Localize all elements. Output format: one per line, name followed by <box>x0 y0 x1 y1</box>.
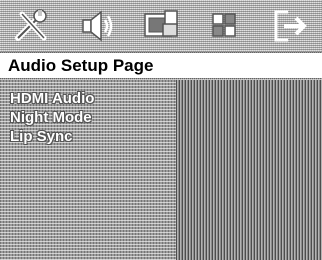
tab-video-setup[interactable] <box>138 6 184 46</box>
page-title: Audio Setup Page <box>0 53 322 78</box>
menu-item-hdmi-audio[interactable]: HDMI Audio <box>10 89 94 108</box>
tab-preference-setup[interactable] <box>202 6 248 46</box>
menu-item-lip-sync[interactable]: Lip Sync <box>10 127 94 146</box>
speaker-icon <box>81 10 112 42</box>
audio-setup-screen: Audio Setup Page HDMI Audio Night Mode L… <box>0 0 322 260</box>
tab-audio-setup[interactable] <box>74 6 120 46</box>
settings-tab-bar <box>0 0 322 52</box>
submenu-panel <box>176 80 322 260</box>
tab-general-setup[interactable] <box>9 6 55 46</box>
menu-item-night-mode[interactable]: Night Mode <box>10 108 94 127</box>
preference-icon <box>212 13 237 37</box>
video-icon <box>144 10 178 37</box>
exit-icon <box>274 10 307 42</box>
tools-icon <box>15 9 47 41</box>
tab-exit-setup[interactable] <box>267 6 313 46</box>
audio-setup-menu: HDMI Audio Night Mode Lip Sync <box>10 89 94 146</box>
